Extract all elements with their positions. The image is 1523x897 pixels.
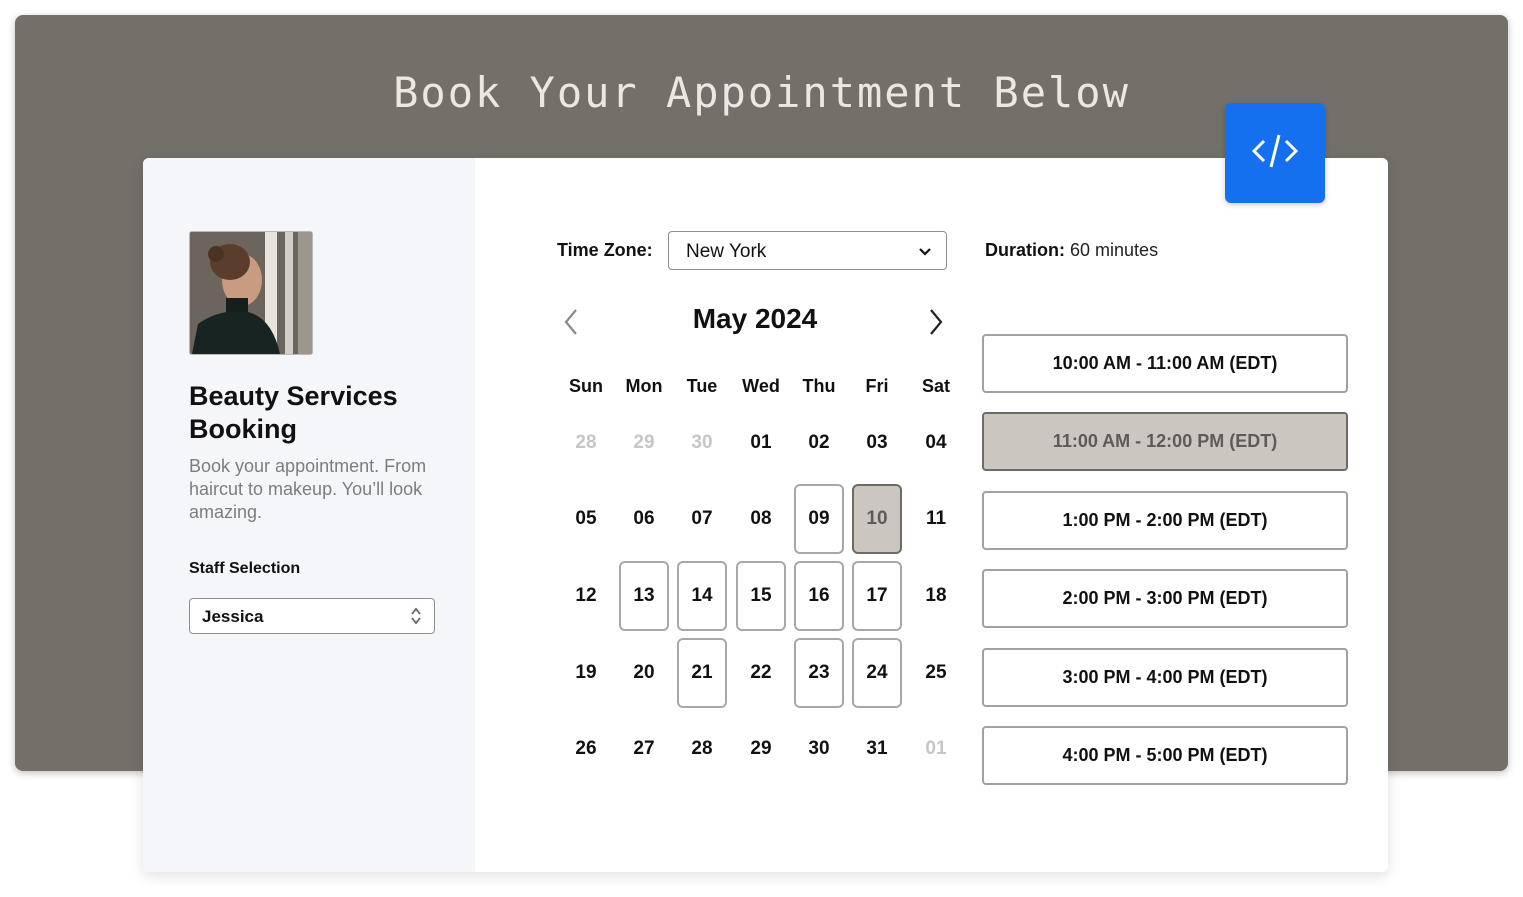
calendar-day: 12 [575, 585, 597, 606]
timezone-label: Time Zone: [557, 240, 653, 260]
calendar-day-available[interactable]: 09 [794, 484, 844, 554]
weekday-label: Wed [742, 376, 780, 396]
calendar-day: 18 [925, 585, 947, 606]
weekday-label: Mon [625, 376, 663, 396]
time-slot-button[interactable]: 10:00 AM - 11:00 AM (EDT) [982, 334, 1348, 393]
calendar-day: 30 [808, 738, 830, 759]
calendar-day: 30 [691, 432, 713, 453]
calendar-day-available[interactable]: 15 [736, 561, 786, 631]
weekday-label: Sat [921, 376, 950, 396]
chevron-right-icon [928, 309, 944, 340]
previous-month-button[interactable] [563, 308, 579, 341]
code-icon [1250, 131, 1300, 176]
calendar-day-available[interactable]: 24 [852, 638, 902, 708]
duration-info: Duration: 60 minutes [985, 240, 1158, 261]
staff-selection-label: Staff Selection [189, 560, 301, 577]
calendar-day: 01 [925, 738, 947, 759]
calendar-day: 28 [691, 738, 713, 759]
timezone-value: New York [686, 241, 767, 262]
duration-label: Duration: [985, 240, 1065, 260]
calendar-day-available[interactable]: 17 [852, 561, 902, 631]
booking-widget: Beauty Services Booking Book your appoin… [143, 158, 1388, 872]
calendar-day: 11 [925, 508, 947, 529]
sidebar: Beauty Services Booking Book your appoin… [143, 158, 475, 872]
calendar-day: 29 [633, 432, 655, 453]
calendar-day-selected[interactable]: 10 [852, 484, 902, 554]
calendar-day-available[interactable]: 23 [794, 638, 844, 708]
chevron-down-icon [918, 244, 932, 262]
calendar-day: 05 [575, 508, 597, 529]
calendar-day-available[interactable]: 21 [677, 638, 727, 708]
time-slot-selected[interactable]: 11:00 AM - 12:00 PM (EDT) [982, 412, 1348, 471]
calendar-day-available[interactable]: 14 [677, 561, 727, 631]
staff-select[interactable]: Jessica [189, 598, 435, 634]
time-slot-button[interactable]: 4:00 PM - 5:00 PM (EDT) [982, 726, 1348, 785]
calendar-day: 04 [925, 432, 947, 453]
calendar-day: 26 [575, 738, 597, 759]
weekday-label: Sun [569, 376, 603, 396]
calendar-day: 25 [925, 662, 947, 683]
calendar-day-available[interactable]: 16 [794, 561, 844, 631]
calendar-day: 02 [808, 432, 830, 453]
calendar-day: 07 [691, 508, 713, 529]
brand-description: Book your appointment. From haircut to m… [189, 456, 427, 522]
calendar-day: 29 [750, 738, 772, 759]
time-slot-button[interactable]: 1:00 PM - 2:00 PM (EDT) [982, 491, 1348, 550]
up-down-chevron-icon [410, 606, 422, 631]
month-title: May 2024 [692, 303, 818, 334]
calendar-day: 20 [633, 662, 655, 683]
duration-value: 60 minutes [1070, 240, 1159, 260]
calendar-day: 01 [750, 432, 772, 453]
time-slot-button[interactable]: 2:00 PM - 3:00 PM (EDT) [982, 569, 1348, 628]
chevron-left-icon [563, 309, 579, 340]
calendar-day: 19 [575, 662, 597, 683]
booking-panel: Time Zone: New York Duration: 60 minutes… [475, 158, 1388, 872]
calendar-day: 22 [750, 662, 772, 683]
calendar-day: 31 [866, 738, 888, 759]
calendar-day: 27 [633, 738, 655, 759]
calendar-day: 03 [866, 432, 888, 453]
weekday-label: Tue [686, 376, 718, 396]
calendar-day: 28 [575, 432, 597, 453]
weekday-label: Thu [802, 376, 836, 396]
staff-select-value: Jessica [202, 607, 264, 626]
calendar-day: 06 [633, 508, 655, 529]
next-month-button[interactable] [928, 308, 944, 341]
timezone-select[interactable]: New York [668, 231, 947, 270]
weekday-label: Fri [865, 376, 889, 396]
time-slot-button[interactable]: 3:00 PM - 4:00 PM (EDT) [982, 648, 1348, 707]
calendar-day: 08 [750, 508, 772, 529]
staff-photo [189, 231, 313, 355]
calendar-day-available[interactable]: 13 [619, 561, 669, 631]
embed-code-button[interactable] [1225, 103, 1325, 203]
brand-title: Beauty Services Booking [189, 381, 398, 444]
